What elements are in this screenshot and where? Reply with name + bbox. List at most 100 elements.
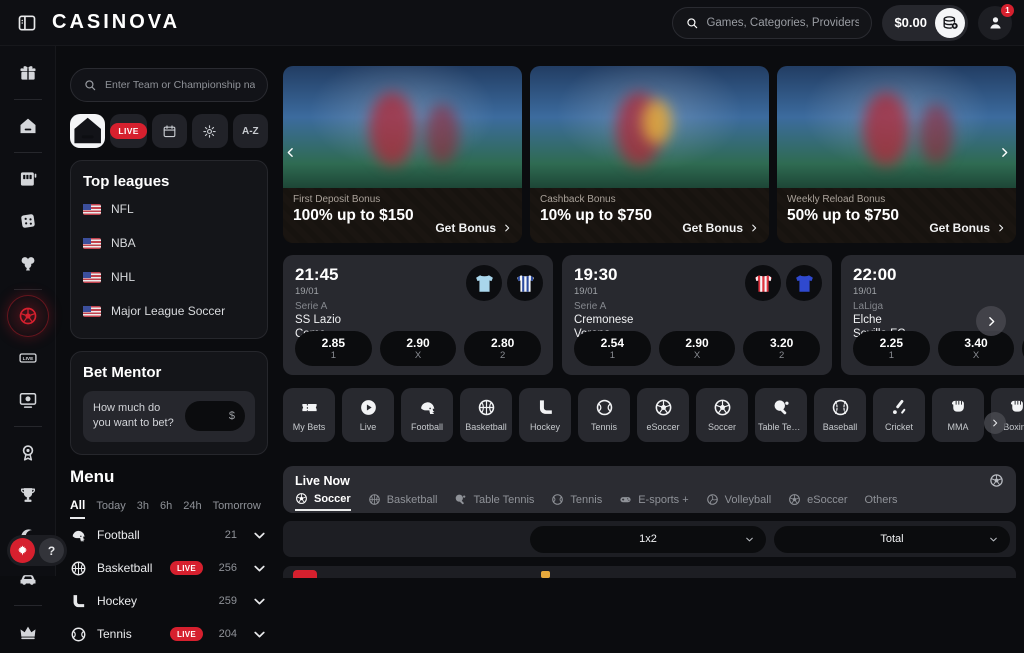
team-search-input[interactable] (105, 79, 255, 91)
menu-filter-today[interactable]: Today (96, 500, 125, 517)
help-button[interactable]: ? (39, 538, 64, 563)
matches-next-button[interactable] (976, 306, 1006, 336)
market-dropdown-total[interactable]: Total (774, 526, 1010, 553)
tabletennis-icon (772, 398, 791, 417)
global-search-input[interactable] (706, 17, 859, 29)
soccer-ball-icon[interactable] (989, 473, 1004, 488)
menu-filter-tomorrow[interactable]: Tomorrow (213, 500, 261, 517)
bet-amount-input[interactable] (195, 410, 229, 422)
league-item[interactable]: NFL (83, 194, 255, 224)
league-item[interactable]: Major League Soccer (83, 296, 255, 326)
promo-banner-3[interactable]: Weekly Reload Bonus 50% up to $750 Get B… (777, 66, 1016, 243)
rail-item-live-sports[interactable]: LIVE (8, 338, 48, 378)
team-search[interactable] (70, 68, 268, 102)
rail-item-awards[interactable] (8, 433, 48, 473)
rail-item-virtual-sports[interactable] (8, 380, 48, 420)
menu-sport-basketball[interactable]: Basketball LIVE 256 (70, 552, 268, 585)
banner-art (530, 66, 769, 188)
category-soccer[interactable]: Soccer (696, 388, 748, 442)
sport-label: Basketball (97, 561, 160, 575)
menu-filter-6h[interactable]: 6h (160, 500, 172, 517)
odds-button[interactable]: 3.40 X (938, 331, 1015, 366)
match-card-1[interactable]: 21:45 19/01 Serie A SS Lazio Como 2.85 1… (283, 255, 553, 375)
sidebar-tab-settings[interactable] (192, 114, 227, 148)
category-esoccer[interactable]: eSoccer (637, 388, 689, 442)
promo-banner-1[interactable]: First Deposit Bonus 100% up to $150 Get … (283, 66, 522, 243)
deposit-button[interactable] (935, 8, 965, 38)
live-now-tab-others[interactable]: Others (865, 492, 898, 511)
live-now-tab-volleyball[interactable]: Volleyball (706, 492, 771, 511)
category-tennis[interactable]: Tennis (578, 388, 630, 442)
sidebar-tab-az[interactable]: A-Z (233, 114, 268, 148)
category-mma[interactable]: MMA (932, 388, 984, 442)
rail-item-tournaments[interactable] (8, 475, 48, 515)
language-button[interactable] (10, 538, 35, 563)
category-my-bets[interactable]: My Bets (283, 388, 335, 442)
rail-item-lucky-games[interactable] (8, 243, 48, 283)
live-now-tab-label: Basketball (387, 494, 438, 506)
league-item[interactable]: NHL (83, 262, 255, 292)
promo-banner-2[interactable]: Cashback Bonus 10% up to $750 Get Bonus (530, 66, 769, 243)
category-label: MMA (948, 422, 969, 432)
live-now-tab-table-tennis[interactable]: Table Tennis (454, 492, 534, 511)
category-hockey[interactable]: Hockey (519, 388, 571, 442)
menu-sport-tennis[interactable]: Tennis LIVE 204 (70, 618, 268, 651)
get-bonus-button[interactable]: Get Bonus (929, 221, 1006, 235)
live-now-title: Live Now (295, 474, 350, 488)
league-label: NFL (111, 202, 134, 216)
sidebar-tab-schedule[interactable] (152, 114, 187, 148)
odds-button[interactable]: 2.90 X (380, 331, 457, 366)
sidebar-tab-home[interactable] (70, 114, 105, 148)
category-cricket[interactable]: Cricket (873, 388, 925, 442)
category-label: Tennis (591, 422, 617, 432)
categories-next-button[interactable] (984, 412, 1006, 434)
bet-amount-field[interactable]: $ (185, 401, 245, 431)
match-card-2[interactable]: 19:30 19/01 Serie A Cremonese Verona 2.5… (562, 255, 832, 375)
logo[interactable]: CASINOVA (52, 11, 180, 34)
live-now-tab-soccer[interactable]: Soccer (295, 492, 351, 511)
odds-button[interactable]: 2.80 2 (464, 331, 541, 366)
rail-item-lobby[interactable] (8, 106, 48, 146)
live-now-tab-tennis[interactable]: Tennis (551, 492, 602, 511)
league-item[interactable]: NBA (83, 228, 255, 258)
odds-button[interactable]: 3.20 2 (743, 331, 820, 366)
category-football[interactable]: Football (401, 388, 453, 442)
live-now-tab-basketball[interactable]: Basketball (368, 492, 438, 511)
sidebar-tab-live[interactable]: LIVE (110, 114, 147, 148)
rail-item-vip[interactable] (8, 612, 48, 652)
category-label: Football (411, 422, 443, 432)
get-bonus-button[interactable]: Get Bonus (435, 221, 512, 235)
odds-button[interactable]: 2.90 X (659, 331, 736, 366)
banners-prev-button[interactable] (284, 146, 297, 159)
menu-filter-24h[interactable]: 24h (183, 500, 201, 517)
live-now-tab-e-sports-+[interactable]: E-sports + (619, 492, 688, 511)
odds-button[interactable]: 2.85 1 (295, 331, 372, 366)
live-now-tab-label: Table Tennis (473, 494, 534, 506)
menu-filter-3h[interactable]: 3h (137, 500, 149, 517)
rail-item-sports[interactable] (8, 296, 48, 336)
left-rail: LIVE ? (0, 46, 56, 576)
odds-button[interactable]: 2.54 1 (574, 331, 651, 366)
category-live[interactable]: Live (342, 388, 394, 442)
balance[interactable]: $0.00 (882, 5, 968, 41)
get-bonus-button[interactable]: Get Bonus (682, 221, 759, 235)
banners-next-button[interactable] (998, 146, 1011, 159)
user-button[interactable]: 1 (978, 6, 1012, 40)
odds-button[interactable]: 2.25 1 (853, 331, 930, 366)
live-now-tab-esoccer[interactable]: eSoccer (788, 492, 847, 511)
category-table-tennis[interactable]: Table Tennis (755, 388, 807, 442)
sidebar-toggle-icon[interactable] (12, 8, 42, 38)
category-basketball[interactable]: Basketball (460, 388, 512, 442)
rail-item-casino-games[interactable] (8, 201, 48, 241)
menu-sport-hockey[interactable]: Hockey 259 (70, 585, 268, 618)
rail-item-slots[interactable] (8, 159, 48, 199)
category-baseball[interactable]: Baseball (814, 388, 866, 442)
promo-banners: First Deposit Bonus 100% up to $150 Get … (283, 66, 1016, 243)
rail-item-promotions[interactable] (8, 53, 48, 93)
menu-sport-football[interactable]: Football 21 (70, 519, 268, 552)
menu-filter-all[interactable]: All (70, 498, 85, 519)
chevron-right-icon (502, 223, 512, 233)
market-dropdown-1x2[interactable]: 1x2 (530, 526, 766, 553)
global-search[interactable] (672, 7, 872, 39)
odds-price: 2.90 (685, 336, 708, 350)
